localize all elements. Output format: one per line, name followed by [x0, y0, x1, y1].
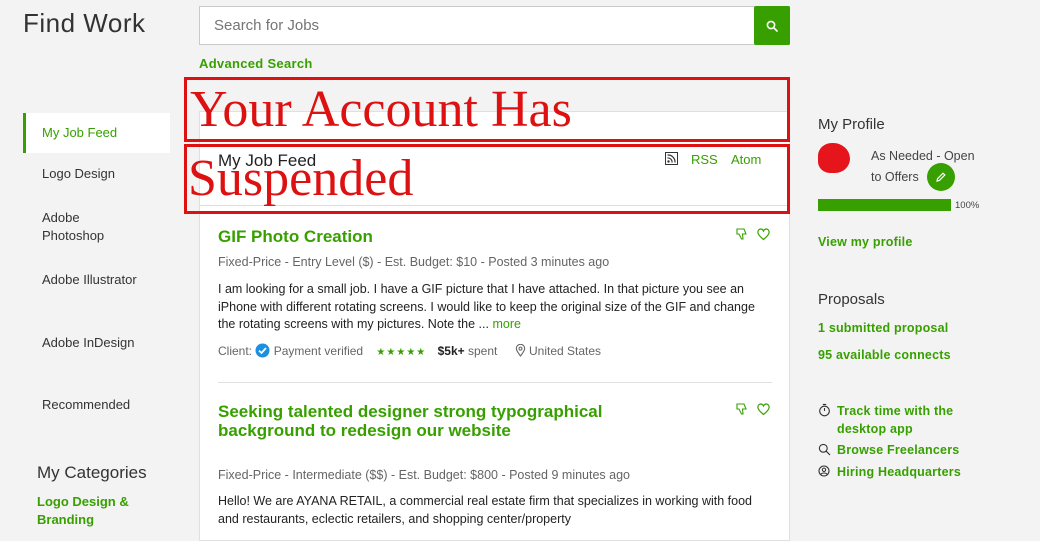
job-title-link[interactable]: GIF Photo Creation: [218, 227, 373, 246]
client-location: United States: [529, 344, 602, 358]
category-link[interactable]: Logo Design & Branding: [37, 493, 167, 529]
advanced-search-link[interactable]: Advanced Search: [199, 56, 313, 71]
my-categories-heading: My Categories: [37, 463, 147, 482]
progress-percent: 100%: [955, 200, 980, 211]
available-connects-link[interactable]: 95 available connects: [818, 348, 951, 362]
proposals-heading: Proposals: [818, 291, 885, 308]
heart-icon[interactable]: [756, 227, 771, 241]
more-link[interactable]: more: [492, 317, 520, 331]
progress-fill: [818, 199, 951, 211]
sidebar-item-adobe-indesign[interactable]: Adobe InDesign: [23, 334, 143, 352]
avatar[interactable]: [818, 143, 850, 173]
verified-badge-icon: [255, 343, 270, 358]
hiring-headquarters-link[interactable]: Hiring Headquarters: [837, 465, 961, 479]
sidebar-item-adobe-illustrator[interactable]: Adobe Illustrator: [23, 271, 143, 289]
thumbs-down-icon[interactable]: [735, 402, 749, 416]
job-title-link[interactable]: Seeking talented designer strong typogra…: [218, 402, 618, 440]
overlay-text-line2: Suspended: [188, 150, 414, 207]
search-input[interactable]: [212, 16, 736, 35]
thumbs-down-icon[interactable]: [735, 227, 749, 241]
client-info: Client: Payment verified ★★★★★ $5k+ spen…: [218, 343, 601, 358]
spent-amount: $5k+: [437, 344, 465, 358]
client-label: Client:: [218, 344, 253, 358]
submitted-proposals-link[interactable]: 1 submitted proposal: [818, 321, 948, 335]
overlay-text-line1: Your Account Has: [190, 81, 572, 138]
job-description: I am looking for a small job. I have a G…: [218, 281, 763, 334]
heart-icon[interactable]: [756, 402, 771, 416]
search-bar: [199, 6, 790, 45]
user-search-icon: [818, 465, 830, 477]
edit-availability-button[interactable]: [927, 163, 955, 191]
profile-completeness-bar: [818, 199, 951, 211]
job-divider: [218, 382, 772, 383]
sidebar-item-logo-design[interactable]: Logo Design: [23, 165, 170, 183]
payment-verified: Payment verified: [273, 344, 364, 358]
page-title: Find Work: [23, 8, 146, 38]
sidebar-item-my-job-feed[interactable]: My Job Feed: [23, 113, 170, 153]
browse-freelancers-link[interactable]: Browse Freelancers: [837, 443, 959, 457]
my-profile-heading: My Profile: [818, 116, 885, 133]
search-button[interactable]: [754, 6, 790, 45]
job-description: Hello! We are AYANA RETAIL, a commercial…: [218, 494, 753, 526]
sidebar-item-recommended[interactable]: Recommended: [23, 396, 170, 414]
rating-stars: ★★★★★: [376, 347, 427, 358]
view-profile-link[interactable]: View my profile: [818, 235, 912, 249]
sidebar-item-adobe-photoshop[interactable]: Adobe Photoshop: [23, 209, 143, 245]
search-icon: [818, 443, 831, 456]
job-meta: Fixed-Price - Entry Level ($) - Est. Bud…: [218, 255, 610, 269]
track-time-link[interactable]: Track time with the desktop app: [837, 403, 967, 438]
spent-label: spent: [467, 344, 498, 358]
search-icon: [766, 20, 778, 32]
job-description-text: I am looking for a small job. I have a G…: [218, 282, 755, 331]
pencil-icon: [936, 172, 946, 182]
job-meta: Fixed-Price - Intermediate ($$) - Est. B…: [218, 468, 631, 482]
stopwatch-icon: [819, 403, 830, 417]
location-pin-icon: [515, 343, 525, 357]
